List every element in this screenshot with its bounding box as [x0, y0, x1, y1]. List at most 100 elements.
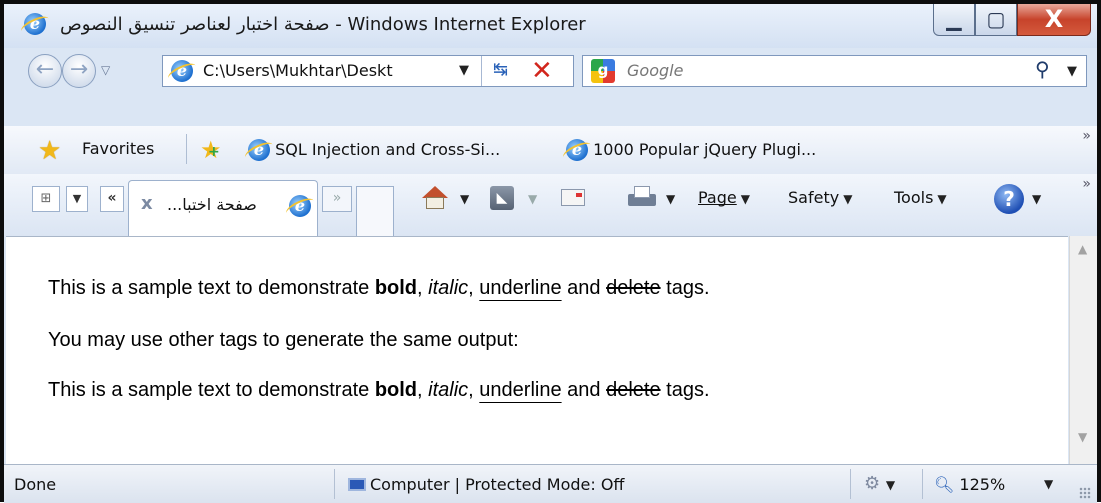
command-overflow-chevron[interactable]: » — [1082, 176, 1091, 192]
browser-window: e صفحة اختبار لعناصر تنسيق النصوص - Wind… — [0, 0, 1101, 503]
text-underline: underline — [479, 379, 562, 401]
vertical-scrollbar[interactable]: ▲ ▼ — [1069, 236, 1097, 464]
favorites-bar: ★ Favorites ★ + e SQL Injection and Cross… — [4, 126, 1097, 174]
tab-list-dropdown[interactable]: ▼ — [66, 186, 88, 212]
computer-icon — [348, 478, 366, 491]
help-icon[interactable]: ? — [994, 184, 1024, 214]
favorite-link-jquery-plugins[interactable]: e 1000 Popular jQuery Plugi... — [566, 139, 816, 161]
close-icon: X — [1044, 5, 1064, 33]
feeds-dropdown[interactable]: ▼ — [524, 188, 537, 207]
zoom-button[interactable]: 🔍︎ 125% — [934, 475, 1005, 494]
text-bold: bold — [374, 379, 418, 401]
text-delete: delete — [606, 277, 661, 299]
address-input[interactable]: C:\Users\Mukhtar\Deskt — [203, 61, 453, 80]
navigation-bar: ← → ▽ e C:\Users\Mukhtar\Deskt ▼ ↹ ✕ g G… — [4, 48, 1097, 94]
text-plain: This is a sample text to demonstrate — [48, 379, 375, 401]
tab-label: ...صفحة اختبا — [167, 195, 257, 214]
mail-icon[interactable] — [561, 189, 585, 206]
quick-tabs-button[interactable]: ⊞ — [32, 186, 60, 212]
page-menu[interactable]: Page ▼ — [698, 188, 750, 207]
maximize-button[interactable]: ▢ — [975, 4, 1017, 36]
address-dropdown-icon[interactable]: ▼ — [459, 63, 469, 78]
window-title: صفحة اختبار لعناصر تنسيق النصوص - Window… — [60, 14, 586, 35]
text-plain: tags. — [660, 379, 710, 401]
home-icon[interactable] — [422, 186, 448, 210]
command-bar: ⊞ ▼ « x ...صفحة اختبا e » ▼ ◣ ▼ ▼ Page ▼ … — [4, 174, 1097, 236]
search-box[interactable]: g Google ⚲ ▼ — [582, 55, 1087, 87]
text-plain: , — [468, 379, 480, 401]
refresh-icon[interactable]: ↹ — [493, 59, 508, 80]
text-plain: , — [417, 379, 429, 401]
text-italic: italic — [428, 277, 469, 299]
close-button[interactable]: X — [1017, 4, 1091, 36]
recent-pages-dropdown[interactable]: ▽ — [101, 63, 110, 77]
favorites-overflow-chevron[interactable]: » — [1082, 128, 1091, 144]
search-input[interactable]: Google — [627, 61, 683, 80]
zoom-dropdown[interactable]: ▼ — [1044, 477, 1053, 491]
search-icon[interactable]: ⚲ — [1035, 57, 1050, 81]
text-plain: tags. — [660, 277, 710, 299]
favorites-button[interactable]: Favorites — [82, 139, 154, 158]
text-delete: delete — [606, 379, 661, 401]
address-bar[interactable]: e C:\Users\Mukhtar\Deskt ▼ ↹ ✕ — [162, 55, 574, 87]
maximize-icon: ▢ — [986, 7, 1006, 31]
minimize-button[interactable]: ▁ — [933, 4, 975, 36]
window-controls: ▁ ▢ X — [933, 4, 1091, 38]
status-separator — [850, 469, 851, 499]
back-icon: ← — [35, 57, 55, 82]
home-dropdown[interactable]: ▼ — [456, 188, 469, 207]
text-plain: , — [468, 277, 480, 299]
page-content: This is a sample text to demonstrate bol… — [6, 236, 1068, 465]
text-plain: This is a sample text to demonstrate — [48, 277, 375, 299]
page-icon: e — [171, 60, 193, 82]
status-text: Done — [14, 475, 57, 494]
ie-icon: e — [248, 139, 270, 161]
scroll-up-icon[interactable]: ▲ — [1078, 242, 1087, 256]
print-dropdown[interactable]: ▼ — [662, 188, 675, 207]
scroll-down-icon[interactable]: ▼ — [1078, 430, 1087, 444]
zoom-icon: 🔍︎ — [934, 475, 955, 494]
favorites-separator — [186, 134, 187, 164]
rss-icon[interactable]: ◣ — [490, 186, 514, 210]
text-italic: italic — [428, 379, 469, 401]
status-separator — [334, 469, 335, 499]
tools-menu[interactable]: Tools ▼ — [894, 188, 947, 207]
forward-icon: → — [69, 57, 89, 82]
help-dropdown[interactable]: ▼ — [1028, 188, 1041, 207]
favorites-star-icon[interactable]: ★ — [38, 136, 61, 166]
sample-line-1: This is a sample text to demonstrate bol… — [48, 277, 710, 300]
tabs-scroll-left[interactable]: « — [100, 186, 124, 212]
text-plain: and — [561, 379, 607, 401]
text-plain: , — [417, 277, 429, 299]
favorite-link-sql-injection[interactable]: e SQL Injection and Cross-Si... — [248, 139, 500, 161]
status-separator — [922, 469, 923, 499]
add-favorites-icon[interactable]: ★ + — [200, 136, 222, 164]
text-underline: underline — [479, 277, 562, 299]
text-plain: and — [561, 277, 607, 299]
tab-close-icon[interactable]: x — [141, 193, 153, 214]
status-bar: Done Computer | Protected Mode: Off ⚙ ▼ … — [4, 464, 1097, 503]
addons-icon[interactable]: ⚙ ▼ — [864, 473, 895, 494]
favorite-link-label: 1000 Popular jQuery Plugi... — [593, 140, 817, 159]
print-icon[interactable] — [628, 186, 656, 210]
forward-button[interactable]: → — [62, 54, 96, 88]
safety-menu-label: Safety — [788, 188, 840, 207]
search-options-dropdown[interactable]: ▼ — [1067, 64, 1077, 79]
ie-icon: e — [566, 139, 588, 161]
stop-icon[interactable]: ✕ — [531, 56, 553, 86]
text-bold: bold — [374, 277, 418, 299]
minimize-icon: ▁ — [946, 7, 962, 31]
safety-menu[interactable]: Safety ▼ — [788, 188, 852, 207]
address-separator — [481, 56, 482, 86]
sample-line-2: You may use other tags to generate the s… — [48, 329, 519, 351]
sample-line-3: This is a sample text to demonstrate bol… — [48, 379, 710, 402]
favorite-link-label: SQL Injection and Cross-Si... — [275, 140, 501, 159]
title-bar[interactable]: e صفحة اختبار لعناصر تنسيق النصوص - Wind… — [4, 4, 1097, 48]
google-icon: g — [591, 59, 615, 83]
new-tab-button[interactable] — [356, 186, 394, 236]
security-zone[interactable]: Computer | Protected Mode: Off — [348, 475, 624, 494]
resize-grip[interactable] — [1079, 487, 1091, 499]
tabs-scroll-right[interactable]: » — [322, 186, 352, 212]
back-button[interactable]: ← — [28, 54, 62, 88]
tab-active[interactable]: x ...صفحة اختبا e — [128, 180, 318, 236]
